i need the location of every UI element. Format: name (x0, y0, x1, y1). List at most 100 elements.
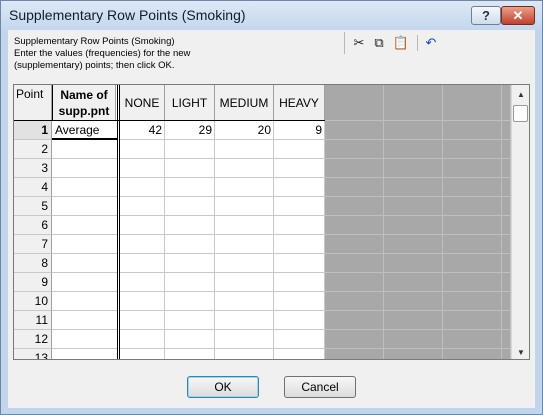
name-cell[interactable] (52, 330, 118, 349)
scroll-down-icon[interactable]: ▼ (515, 347, 527, 359)
value-cell[interactable] (120, 311, 165, 330)
name-cell[interactable] (52, 349, 118, 359)
help-button[interactable]: ? (471, 6, 501, 25)
value-cell[interactable] (120, 273, 165, 292)
vertical-scrollbar[interactable]: ▲ ▼ (511, 85, 529, 359)
value-cell[interactable] (274, 235, 325, 254)
value-cell[interactable]: 42 (120, 121, 165, 140)
row-number[interactable]: 9 (14, 273, 52, 292)
data-grid[interactable]: Point Name of supp.pnt NONE LIGHT MEDIUM… (13, 84, 530, 360)
value-cell[interactable] (120, 216, 165, 235)
row-number[interactable]: 3 (14, 159, 52, 178)
name-cell[interactable] (52, 140, 118, 159)
value-cell[interactable] (274, 159, 325, 178)
close-button[interactable]: ✕ (501, 6, 535, 25)
column-header-heavy[interactable]: HEAVY (274, 85, 325, 121)
value-cell[interactable] (274, 254, 325, 273)
name-cell[interactable] (52, 273, 118, 292)
undo-icon[interactable]: ↶ (421, 34, 441, 52)
value-cell[interactable] (165, 197, 215, 216)
row-number[interactable]: 10 (14, 292, 52, 311)
value-cell[interactable] (215, 311, 274, 330)
value-cell[interactable] (120, 235, 165, 254)
value-cell[interactable] (120, 178, 165, 197)
name-cell[interactable] (52, 197, 118, 216)
scroll-thumb[interactable] (513, 105, 528, 122)
value-cell[interactable] (165, 140, 215, 159)
value-cell[interactable] (165, 159, 215, 178)
value-cell[interactable] (215, 292, 274, 311)
value-cell[interactable] (274, 216, 325, 235)
name-column-header[interactable]: Name of supp.pnt (52, 85, 116, 121)
name-cell[interactable] (52, 311, 118, 330)
value-cell[interactable] (165, 330, 215, 349)
value-cell[interactable] (165, 273, 215, 292)
column-header-medium[interactable]: MEDIUM (215, 85, 274, 121)
value-cell[interactable] (215, 349, 274, 359)
value-cell[interactable] (120, 254, 165, 273)
row-number[interactable]: 11 (14, 311, 52, 330)
value-cell[interactable] (215, 140, 274, 159)
row-number[interactable]: 12 (14, 330, 52, 349)
name-cell[interactable] (52, 216, 118, 235)
row-number[interactable]: 7 (14, 235, 52, 254)
value-cell[interactable] (215, 159, 274, 178)
copy-icon[interactable]: ⧉ (369, 34, 389, 52)
row-number[interactable]: 4 (14, 178, 52, 197)
value-cell[interactable] (274, 273, 325, 292)
row-number[interactable]: 13 (14, 349, 52, 359)
ok-button[interactable]: OK (187, 376, 259, 398)
name-cell[interactable] (52, 254, 118, 273)
instructions-line: Supplementary Row Points (Smoking) (14, 36, 175, 47)
value-cell[interactable] (120, 140, 165, 159)
value-cell[interactable] (165, 178, 215, 197)
scroll-up-icon[interactable]: ▲ (515, 89, 527, 101)
value-cell[interactable] (120, 197, 165, 216)
value-cell[interactable] (274, 311, 325, 330)
name-cell[interactable]: Average (52, 121, 118, 140)
value-cell[interactable] (215, 197, 274, 216)
column-header-light[interactable]: LIGHT (165, 85, 215, 121)
value-cell[interactable]: 20 (215, 121, 274, 140)
value-cell[interactable] (215, 254, 274, 273)
value-cell[interactable] (215, 178, 274, 197)
row-number[interactable]: 2 (14, 140, 52, 159)
title-bar[interactable]: Supplementary Row Points (Smoking) ? ✕ (1, 1, 542, 30)
value-cell[interactable] (274, 197, 325, 216)
paste-icon[interactable]: 📋 (391, 34, 411, 52)
row-number[interactable]: 1 (14, 121, 52, 140)
value-cell[interactable] (165, 292, 215, 311)
value-cell[interactable] (215, 216, 274, 235)
name-cell[interactable] (52, 159, 118, 178)
unused-cell (325, 178, 384, 197)
row-number[interactable]: 6 (14, 216, 52, 235)
value-cell[interactable] (274, 349, 325, 359)
value-cell[interactable] (215, 235, 274, 254)
value-cell[interactable] (274, 330, 325, 349)
value-cell[interactable] (215, 273, 274, 292)
value-cell[interactable] (165, 349, 215, 359)
name-cell[interactable] (52, 292, 118, 311)
value-cell[interactable] (120, 349, 165, 359)
row-number[interactable]: 8 (14, 254, 52, 273)
name-cell[interactable] (52, 178, 118, 197)
cancel-button[interactable]: Cancel (284, 376, 356, 398)
value-cell[interactable] (215, 330, 274, 349)
value-cell[interactable]: 29 (165, 121, 215, 140)
value-cell[interactable] (274, 178, 325, 197)
value-cell[interactable]: 9 (274, 121, 325, 140)
value-cell[interactable] (120, 159, 165, 178)
value-cell[interactable] (165, 254, 215, 273)
value-cell[interactable] (120, 330, 165, 349)
value-cell[interactable] (165, 311, 215, 330)
value-cell[interactable] (274, 140, 325, 159)
value-cell[interactable] (165, 216, 215, 235)
value-cell[interactable] (274, 292, 325, 311)
cut-icon[interactable]: ✂ (349, 34, 369, 52)
instructions: Supplementary Row Points (Smoking) Enter… (14, 36, 344, 72)
value-cell[interactable] (120, 292, 165, 311)
value-cell[interactable] (165, 235, 215, 254)
column-header-none[interactable]: NONE (120, 85, 165, 121)
row-number[interactable]: 5 (14, 197, 52, 216)
name-cell[interactable] (52, 235, 118, 254)
